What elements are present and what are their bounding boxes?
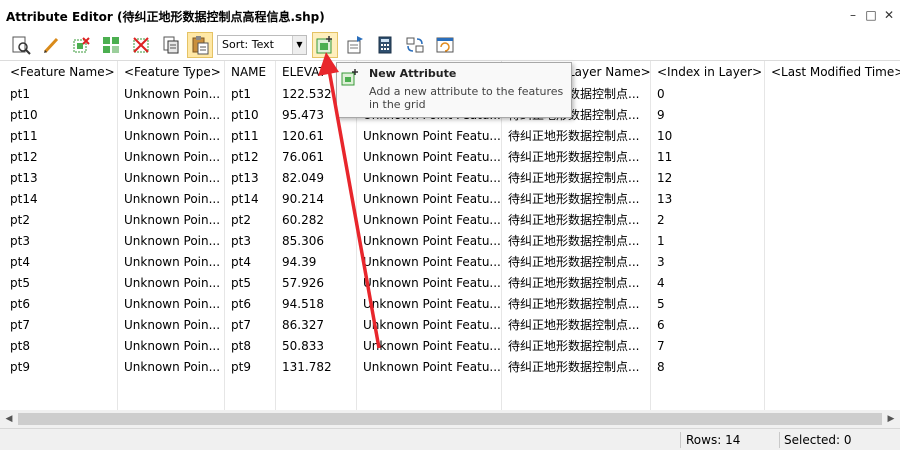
annotation-arrow — [318, 52, 381, 349]
scroll-right-icon[interactable]: ▶ — [882, 410, 900, 428]
scroll-left-icon[interactable]: ◀ — [0, 410, 18, 428]
horizontal-scrollbar[interactable]: ◀ ▶ — [0, 410, 900, 428]
arrow-head-icon — [318, 52, 339, 76]
selected-count: Selected: 0 — [784, 433, 852, 447]
status-bar: Rows: 14 Selected: 0 — [0, 428, 900, 450]
rows-count: Rows: 14 — [686, 433, 741, 447]
status-divider — [779, 432, 780, 448]
scrollbar-thumb[interactable] — [18, 413, 882, 425]
status-divider — [680, 432, 681, 448]
